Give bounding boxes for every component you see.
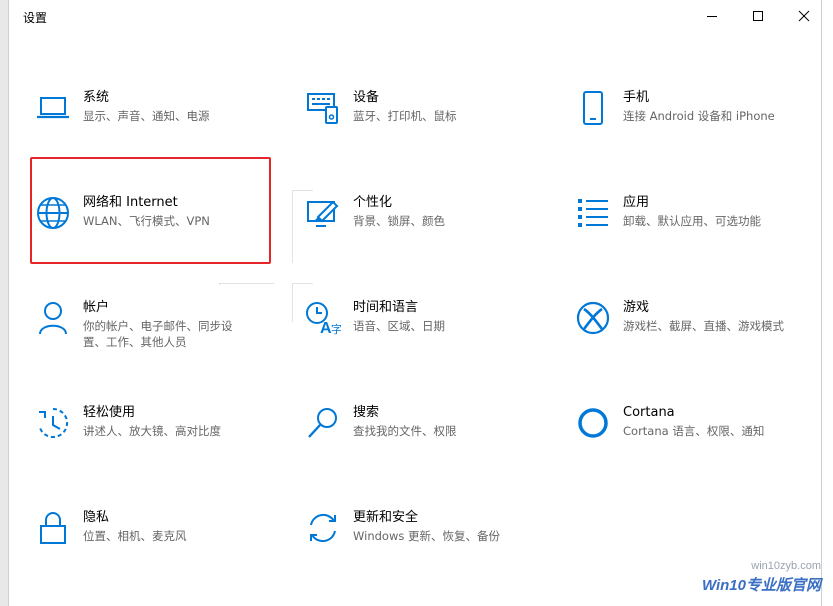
apps-list-icon [573, 193, 613, 233]
window-title: 设置 [23, 11, 48, 25]
title-bar: 设置 [9, 0, 821, 34]
update-icon [303, 508, 343, 548]
paint-icon [303, 193, 343, 233]
svg-text:字: 字 [331, 322, 341, 335]
close-icon [798, 10, 810, 22]
tile-desc: 你的帐户、电子邮件、同步设置、工作、其他人员 [83, 319, 233, 349]
close-button[interactable] [781, 0, 827, 32]
tile-desc: 显示、声音、通知、电源 [83, 109, 210, 123]
tile-name: 更新和安全 [353, 510, 419, 525]
tile-desc: 背景、锁屏、颜色 [353, 214, 445, 228]
highlight-box [30, 157, 271, 264]
tile-name: 设备 [353, 90, 380, 105]
tile-ease-of-access[interactable]: 轻松使用讲述人、放大镜、高对比度 [33, 401, 283, 479]
tile-name: 帐户 [83, 300, 110, 315]
tile-desc: 连接 Android 设备和 iPhone [623, 109, 775, 123]
tile-name: 个性化 [353, 195, 393, 210]
tile-desc: 游戏栏、截屏、直播、游戏模式 [623, 319, 784, 333]
tile-desc: 讲述人、放大镜、高对比度 [83, 424, 221, 438]
tile-name: 轻松使用 [83, 405, 136, 420]
tile-desc: 语音、区域、日期 [353, 319, 445, 333]
keyboard-icon [303, 88, 343, 128]
tile-accounts[interactable]: 帐户你的帐户、电子邮件、同步设置、工作、其他人员 [33, 296, 283, 374]
tile-personalization[interactable]: 个性化背景、锁屏、颜色 [303, 191, 553, 269]
tile-name: 隐私 [83, 510, 110, 525]
tile-desc: Cortana 语言、权限、通知 [623, 424, 765, 438]
ghost-outline [219, 283, 274, 285]
laptop-icon [33, 88, 73, 128]
tile-cortana[interactable]: Cortana Cortana 语言、权限、通知 [573, 401, 823, 479]
xbox-icon [573, 298, 613, 338]
tile-update-security[interactable]: 更新和安全 Windows 更新、恢复、备份 [303, 506, 553, 584]
tile-system[interactable]: 系统显示、声音、通知、电源 [33, 86, 283, 164]
lock-icon [33, 508, 73, 548]
watermark-url: win10zyb.com [751, 560, 821, 572]
minimize-icon [707, 16, 717, 17]
tile-time-language[interactable]: A字 时间和语言语音、区域、日期 [303, 296, 553, 374]
tile-desc: Windows 更新、恢复、备份 [353, 529, 500, 543]
tile-name: 游戏 [623, 300, 650, 315]
person-icon [33, 298, 73, 338]
ease-of-access-icon [33, 403, 73, 443]
settings-window: 设置 系统显示、声音、通知、电源 设备蓝牙、打印机、鼠标 手机连接 Androi… [8, 0, 822, 606]
tile-name: 时间和语言 [353, 300, 419, 315]
tile-phone[interactable]: 手机连接 Android 设备和 iPhone [573, 86, 823, 164]
tile-desc: 蓝牙、打印机、鼠标 [353, 109, 457, 123]
phone-icon [573, 88, 613, 128]
maximize-icon [753, 11, 763, 21]
tile-name: 手机 [623, 90, 650, 105]
tile-apps[interactable]: 应用卸载、默认应用、可选功能 [573, 191, 823, 269]
tile-desc: 查找我的文件、权限 [353, 424, 457, 438]
time-language-icon: A字 [303, 298, 343, 338]
cortana-icon [573, 403, 613, 443]
watermark: win10zyb.com Win10专业版官网 [702, 560, 821, 595]
tile-desc: 位置、相机、麦克风 [83, 529, 187, 543]
tile-name: 搜索 [353, 405, 380, 420]
tile-gaming[interactable]: 游戏游戏栏、截屏、直播、游戏模式 [573, 296, 823, 374]
search-icon [303, 403, 343, 443]
tile-privacy[interactable]: 隐私位置、相机、麦克风 [33, 506, 283, 584]
maximize-button[interactable] [735, 0, 781, 32]
tile-name: 系统 [83, 90, 110, 105]
tile-devices[interactable]: 设备蓝牙、打印机、鼠标 [303, 86, 553, 164]
tile-search[interactable]: 搜索查找我的文件、权限 [303, 401, 553, 479]
tile-name: 应用 [623, 195, 650, 210]
tile-desc: 卸载、默认应用、可选功能 [623, 214, 761, 228]
tile-name: Cortana [623, 405, 675, 420]
watermark-brand: Win10专业版官网 [701, 577, 821, 594]
minimize-button[interactable] [689, 0, 735, 32]
